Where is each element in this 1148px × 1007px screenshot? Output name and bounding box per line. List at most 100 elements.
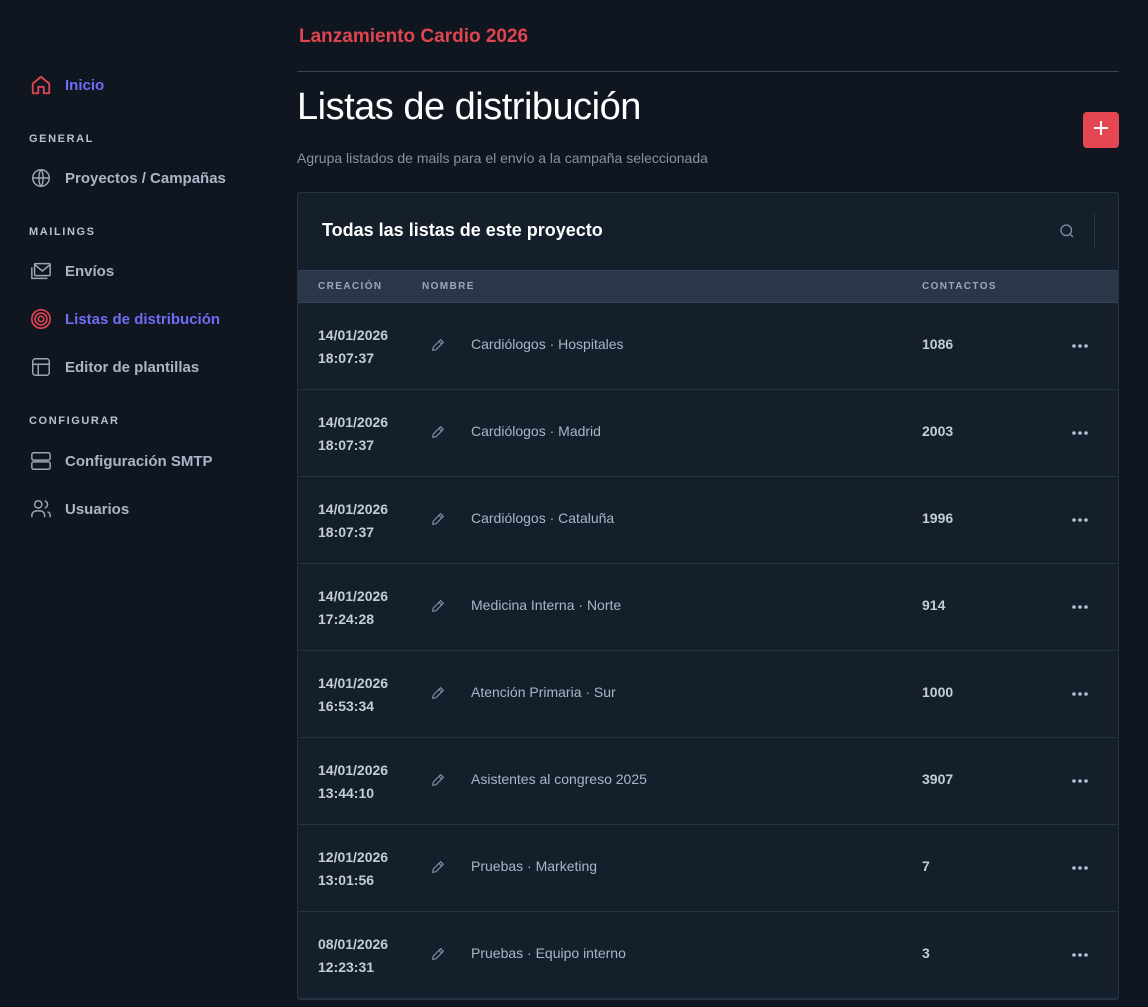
search-button[interactable]: [1058, 222, 1078, 242]
created-date: 14/01/2026: [318, 588, 389, 604]
created-date: 14/01/2026: [318, 675, 389, 691]
sidebar-item-smtp[interactable]: Configuración SMTP: [29, 448, 213, 474]
table-row[interactable]: 12/01/2026 13:01:56 Pruebas · Marketing 7: [298, 825, 1118, 912]
column-header-contacts[interactable]: CONTACTOS: [922, 281, 997, 292]
list-name[interactable]: Pruebas · Equipo interno: [471, 945, 626, 961]
table-row[interactable]: 14/01/2026 17:24:28 Medicina Interna · Nor…: [298, 564, 1118, 651]
users-icon: [29, 497, 53, 521]
list-name[interactable]: Medicina Interna · Norte: [471, 597, 621, 613]
sidebar-item-label: Inicio: [65, 76, 105, 94]
table-row[interactable]: 14/01/2026 18:07:37 Cardiólogos · Madrid 20…: [298, 390, 1118, 477]
list-name[interactable]: Cardiólogos · Madrid: [471, 423, 601, 439]
list-name[interactable]: Cardiólogos · Cataluña: [471, 510, 614, 526]
table-row[interactable]: 14/01/2026 16:53:34 Atención Primaria · Su…: [298, 651, 1118, 738]
row-actions-button[interactable]: [1070, 857, 1090, 877]
edit-name-button[interactable]: [430, 859, 446, 875]
row-actions-button[interactable]: [1070, 422, 1090, 442]
edit-name-button[interactable]: [430, 337, 446, 353]
row-actions-button[interactable]: [1070, 770, 1090, 790]
pencil-icon: [430, 774, 446, 792]
edit-name-button[interactable]: [430, 511, 446, 527]
more-horizontal-icon: [1071, 336, 1089, 354]
column-header-name[interactable]: NOMBRE: [422, 281, 475, 292]
created-time: 16:53:34: [318, 698, 375, 714]
divider: [297, 71, 1119, 72]
row-actions-button[interactable]: [1070, 335, 1090, 355]
pencil-icon: [430, 687, 446, 705]
pencil-icon: [430, 339, 446, 357]
list-name[interactable]: Asistentes al congreso 2025: [471, 771, 647, 787]
project-name[interactable]: Lanzamiento Cardio 2026: [299, 26, 528, 48]
created-datetime: 12/01/2026 13:01:56: [318, 846, 388, 892]
add-list-button[interactable]: [1083, 112, 1119, 148]
pencil-icon: [430, 948, 446, 966]
sidebar-item-label: Editor de plantillas: [65, 358, 200, 376]
home-icon: [29, 73, 53, 97]
created-datetime: 14/01/2026 13:44:10: [318, 759, 388, 805]
created-time: 13:44:10: [318, 785, 375, 801]
more-horizontal-icon: [1071, 510, 1089, 528]
page-title: Listas de distribución: [297, 86, 641, 128]
more-horizontal-icon: [1071, 423, 1089, 441]
created-date: 08/01/2026: [318, 936, 389, 952]
table-row[interactable]: 08/01/2026 12:23:31 Pruebas · Equipo inter…: [298, 912, 1118, 999]
table-row[interactable]: 14/01/2026 13:44:10 Asistentes al congreso…: [298, 738, 1118, 825]
page-subtitle: Agrupa listados de mails para el envío a…: [297, 150, 708, 166]
sidebar-item-label: Listas de distribución: [65, 310, 221, 328]
sidebar-item-editor[interactable]: Editor de plantillas: [29, 354, 199, 380]
pencil-icon: [430, 426, 446, 444]
sidebar-item-proyectos[interactable]: Proyectos / Campañas: [29, 165, 226, 191]
contacts-count: 2003: [922, 423, 954, 439]
created-date: 14/01/2026: [318, 327, 389, 343]
pencil-icon: [430, 600, 446, 618]
sidebar-item-listas[interactable]: Listas de distribución: [29, 306, 220, 332]
contacts-count: 1086: [922, 336, 954, 352]
sidebar-item-label: Proyectos / Campañas: [65, 169, 226, 187]
created-datetime: 14/01/2026 18:07:37: [318, 324, 388, 370]
row-actions-button[interactable]: [1070, 944, 1090, 964]
mail-icon: [29, 259, 53, 283]
header-separator: [1094, 213, 1095, 249]
list-name[interactable]: Atención Primaria · Sur: [471, 684, 616, 700]
column-header-created[interactable]: CREACIÓN: [318, 281, 383, 292]
sidebar-item-envios[interactable]: Envíos: [29, 258, 114, 284]
edit-name-button[interactable]: [430, 424, 446, 440]
sidebar-item-inicio[interactable]: Inicio: [29, 72, 104, 98]
section-title-general: GENERAL: [29, 133, 94, 145]
contacts-count: 1000: [922, 684, 954, 700]
layout-icon: [29, 355, 53, 379]
row-actions-button[interactable]: [1070, 683, 1090, 703]
created-time: 18:07:37: [318, 524, 375, 540]
more-horizontal-icon: [1071, 597, 1089, 615]
table-row[interactable]: 14/01/2026 18:07:37 Cardiólogos · Hospital…: [298, 303, 1118, 390]
edit-name-button[interactable]: [430, 685, 446, 701]
contacts-count: 7: [922, 858, 930, 874]
list-name[interactable]: Pruebas · Marketing: [471, 858, 597, 874]
card-title: Todas las listas de este proyecto: [322, 220, 603, 240]
sidebar-item-label: Envíos: [65, 262, 115, 280]
created-datetime: 14/01/2026 18:07:37: [318, 411, 388, 457]
created-time: 12:23:31: [318, 959, 375, 975]
created-datetime: 14/01/2026 17:24:28: [318, 585, 388, 631]
edit-name-button[interactable]: [430, 946, 446, 962]
sidebar: Inicio GENERAL Proyectos / Campañas MAIL…: [0, 0, 270, 1007]
created-datetime: 14/01/2026 18:07:37: [318, 498, 388, 544]
section-title-configurar: CONFIGURAR: [29, 415, 120, 427]
created-date: 12/01/2026: [318, 849, 389, 865]
pencil-icon: [430, 513, 446, 531]
edit-name-button[interactable]: [430, 772, 446, 788]
edit-name-button[interactable]: [430, 598, 446, 614]
created-datetime: 14/01/2026 16:53:34: [318, 672, 388, 718]
section-title-mailings: MAILINGS: [29, 226, 96, 238]
created-date: 14/01/2026: [318, 762, 389, 778]
more-horizontal-icon: [1071, 684, 1089, 702]
created-time: 18:07:37: [318, 350, 375, 366]
list-name[interactable]: Cardiólogos · Hospitales: [471, 336, 624, 352]
table-row[interactable]: 14/01/2026 18:07:37 Cardiólogos · Cataluña…: [298, 477, 1118, 564]
created-time: 18:07:37: [318, 437, 375, 453]
sidebar-item-label: Usuarios: [65, 500, 130, 518]
row-actions-button[interactable]: [1070, 596, 1090, 616]
sidebar-item-usuarios[interactable]: Usuarios: [29, 496, 129, 522]
lists-card: Todas las listas de este proyecto CREACI…: [297, 192, 1119, 1000]
row-actions-button[interactable]: [1070, 509, 1090, 529]
